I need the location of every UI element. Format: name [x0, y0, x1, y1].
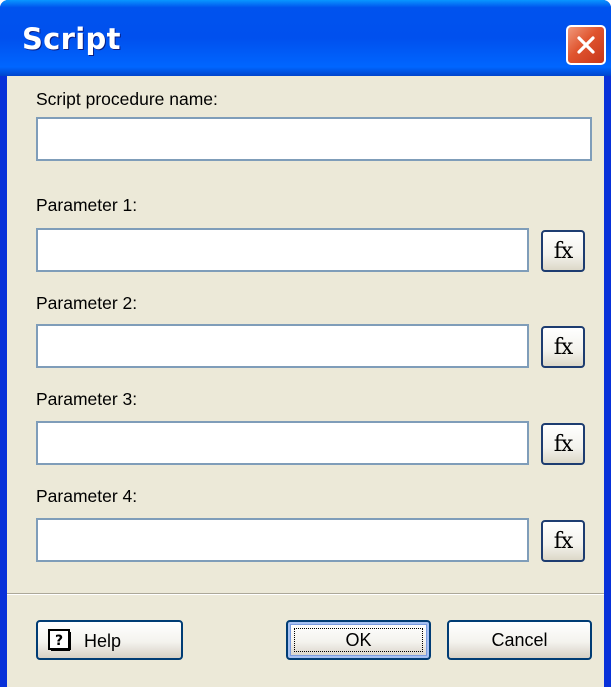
parameter-4-input[interactable] — [36, 518, 529, 562]
title-bar[interactable]: Script — [0, 0, 611, 76]
procedure-name-input[interactable] — [36, 117, 592, 161]
parameter-2-input[interactable] — [36, 324, 529, 368]
window-title: Script — [22, 22, 121, 56]
parameter-1-input[interactable] — [36, 228, 529, 272]
cancel-label: Cancel — [491, 629, 548, 650]
parameter-3-fx-button[interactable]: fx — [541, 423, 585, 465]
svg-text:?: ? — [55, 633, 63, 649]
dialog-body: Script procedure name: Parameter 1: fx P… — [7, 76, 604, 687]
cancel-button[interactable]: Cancel — [447, 620, 592, 660]
focus-rectangle — [294, 628, 423, 652]
function-icon: fx — [553, 431, 574, 457]
procedure-name-label: Script procedure name: — [36, 89, 218, 109]
function-icon: fx — [553, 528, 574, 554]
parameter-2-label: Parameter 2: — [36, 293, 138, 313]
parameter-4-fx-button[interactable]: fx — [541, 520, 585, 562]
close-button[interactable] — [566, 25, 606, 65]
parameter-2-fx-button[interactable]: fx — [541, 326, 585, 368]
ok-button[interactable]: OK — [286, 620, 431, 660]
parameter-3-label: Parameter 3: — [36, 389, 138, 409]
help-book-icon: ? — [48, 629, 71, 651]
footer-divider — [7, 593, 604, 595]
parameter-4-label: Parameter 4: — [36, 486, 138, 506]
script-dialog: Script Script procedure name: Parameter … — [0, 0, 611, 687]
parameter-3-input[interactable] — [36, 421, 529, 465]
function-icon: fx — [553, 238, 574, 264]
close-icon — [577, 36, 595, 54]
parameter-1-label: Parameter 1: — [36, 195, 138, 215]
function-icon: fx — [553, 334, 574, 360]
help-button[interactable]: ? Help — [36, 620, 183, 660]
help-label: Help — [84, 631, 122, 651]
parameter-1-fx-button[interactable]: fx — [541, 230, 585, 272]
